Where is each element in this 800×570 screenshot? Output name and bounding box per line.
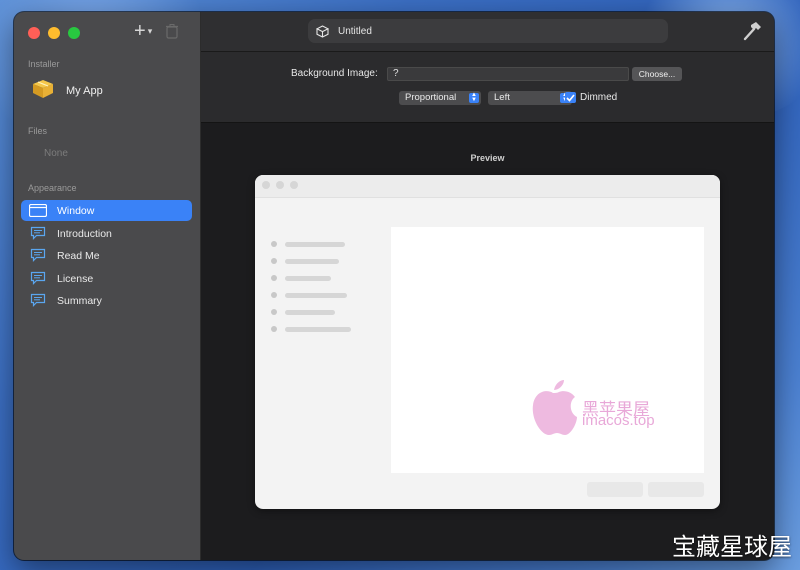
preview-area: Preview 黑苹果屋 imacos.top [201,123,774,560]
background-image-field[interactable]: ? [387,67,629,81]
sidebar-item-label: License [57,272,94,285]
build-button[interactable] [742,21,762,46]
list-item [271,241,351,247]
toolbar: Untitled [201,12,774,52]
installer-preview-window [255,175,720,509]
speech-bubble-icon [29,226,47,241]
apple-logo-watermark [527,379,579,444]
plus-icon: + [134,20,146,42]
section-appearance-heading: Appearance [28,183,77,193]
dimmed-label: Dimmed [580,92,618,103]
window-controls [28,27,80,39]
watermark-url: imacos.top [582,412,655,429]
preview-heading: Preview [470,153,505,163]
section-installer-heading: Installer [28,59,60,69]
sidebar-item-summary[interactable]: Summary [21,290,192,311]
sidebar-item-my-app[interactable]: My App [32,79,103,102]
sidebar-item-license[interactable]: License [21,268,192,289]
hammer-icon [743,22,761,41]
sidebar-item-label: Read Me [57,249,100,262]
preview-back-button [587,482,643,497]
sidebar-toolbar: + ▾ [134,21,179,41]
background-image-label: Background Image: [291,68,378,79]
main-panel: Untitled Background Image: ? Choose... P… [201,12,774,560]
delete-button[interactable] [166,23,179,39]
list-item [271,292,351,298]
preview-continue-button [648,482,704,497]
speech-bubble-icon [29,293,47,308]
close-button[interactable] [28,27,40,39]
trash-icon [166,23,179,39]
list-item [271,258,351,264]
chevron-down-icon: ▾ [147,26,153,36]
section-files-heading: Files [28,126,48,136]
sidebar-item-window[interactable]: Window [21,200,192,221]
scaling-popup[interactable]: Proportional ▲ ▼ [399,91,481,105]
add-button[interactable]: + ▾ [134,21,152,41]
dimmed-checkbox[interactable]: Dimmed [565,92,617,103]
list-item [271,275,351,281]
sidebar-item-read-me[interactable]: Read Me [21,245,192,266]
sidebar: + ▾ Installer My App Files None Appearan… [14,12,201,560]
document-title: Untitled [338,25,372,37]
preview-titlebar [255,175,720,198]
alignment-popup[interactable]: Left ▲▼ [488,91,572,105]
corner-watermark: 宝藏星球屋 [672,533,792,561]
preview-steps-list [271,241,351,343]
sidebar-item-introduction[interactable]: Introduction [21,223,192,244]
checkmark-icon [565,92,576,103]
document-title-field[interactable]: Untitled [308,19,668,43]
sidebar-item-label: My App [66,84,103,97]
window-icon [29,204,47,218]
minimize-button[interactable] [48,27,60,39]
scaling-popup-value: Proportional [405,92,457,103]
list-item [271,326,351,332]
sidebar-item-label: Window [57,204,95,217]
choose-button[interactable]: Choose... [632,67,682,81]
cube-icon [316,24,329,38]
sidebar-item-label: Introduction [57,227,112,240]
zoom-button[interactable] [68,27,80,39]
list-item [271,309,351,315]
window-settings-panel: Background Image: ? Choose... Proportion… [201,52,774,123]
alignment-popup-value: Left [494,92,510,103]
files-empty-label: None [44,148,68,159]
package-box-icon [32,79,54,102]
preview-window-controls [262,181,298,189]
sidebar-item-label: Summary [57,294,102,307]
updown-chevron-icon: ▲▼ [469,92,479,103]
app-window: + ▾ Installer My App Files None Appearan… [14,12,774,560]
speech-bubble-icon [29,248,47,263]
speech-bubble-icon [29,271,47,286]
